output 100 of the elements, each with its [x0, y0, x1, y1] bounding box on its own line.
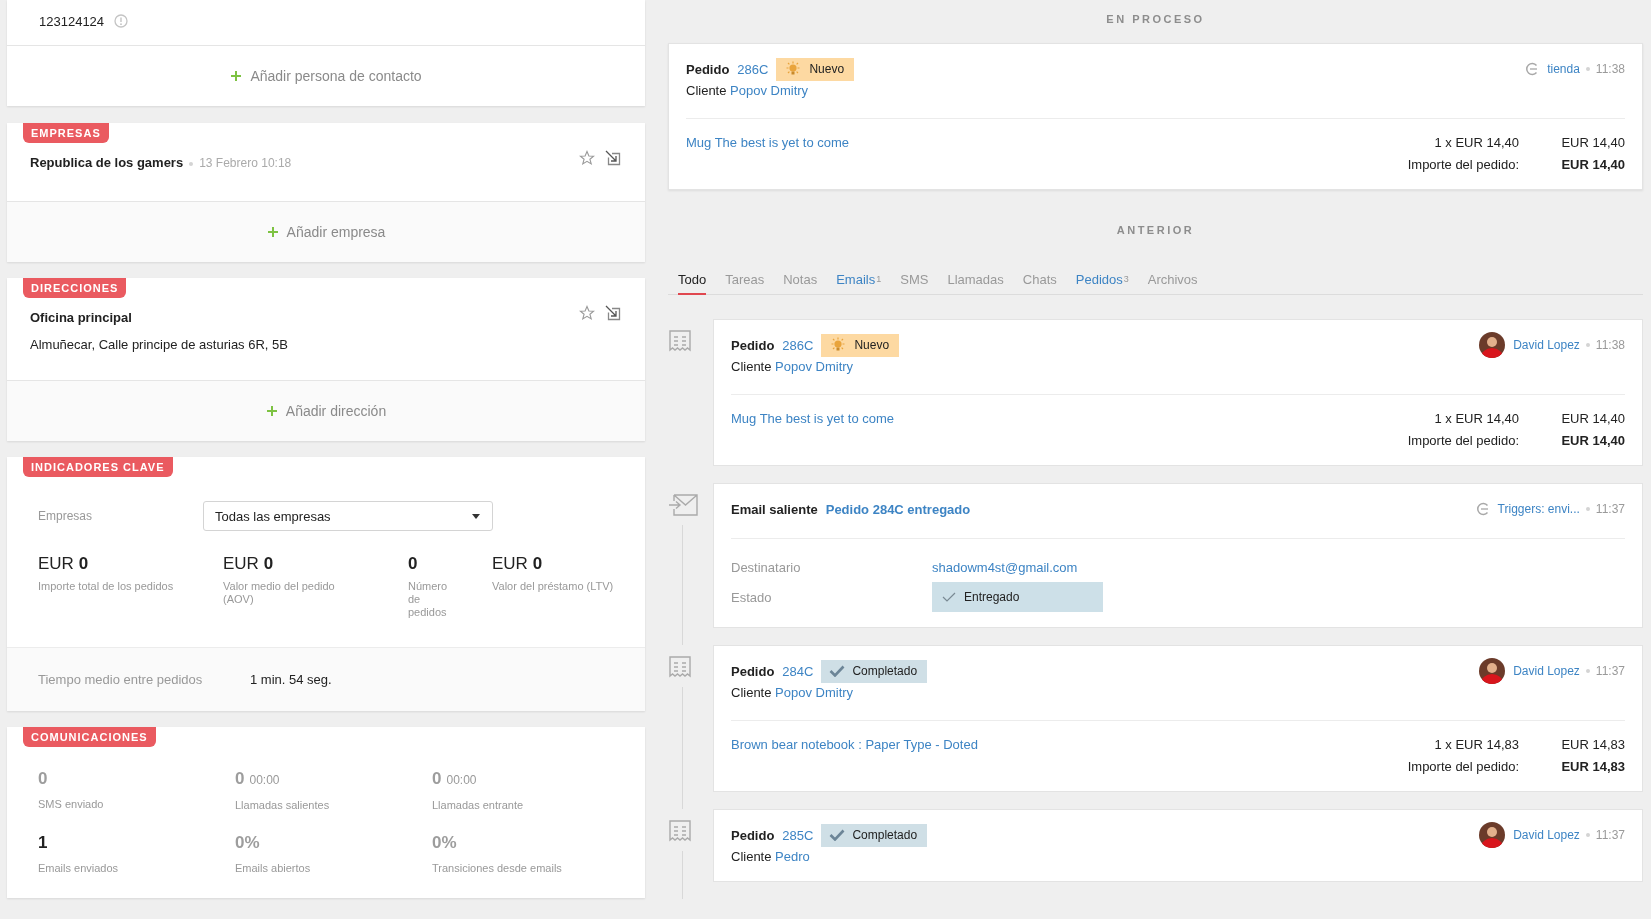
- item-name: Republica de los gamers: [30, 155, 184, 170]
- activity-tab[interactable]: Chats: [1022, 262, 1057, 295]
- average-label: Tiempo medio entre pedidos: [38, 672, 204, 687]
- stat-label: Emails enviados: [38, 861, 120, 875]
- phone-number: 123124124: [39, 13, 105, 29]
- order-link[interactable]: 286C: [737, 61, 769, 77]
- time-text: 11:37: [1595, 828, 1625, 842]
- receipt-icon: [668, 329, 692, 353]
- stat-value: 0%: [432, 832, 458, 854]
- order-title: Pedido: [731, 663, 775, 679]
- quantity-text: 1 x EUR 14,83: [1433, 736, 1519, 752]
- arrow-box-icon[interactable]: [605, 305, 621, 321]
- customer-label: Cliente: [731, 849, 773, 864]
- average-value: 1 min. 54 seg.: [250, 672, 332, 687]
- bulb-icon: [829, 337, 848, 353]
- order-link[interactable]: 284C: [782, 663, 814, 679]
- metric-value: 0: [408, 553, 419, 575]
- total-label: Importe del pedido:: [1406, 156, 1519, 172]
- line-total: EUR 14,83: [1560, 736, 1625, 752]
- avatar: [1479, 822, 1506, 848]
- metric-label: Valor medio del pedido (AOV): [223, 580, 336, 606]
- activity-tab[interactable]: Emails$^{1}$: [836, 262, 882, 295]
- stat-label: SMS enviado: [38, 797, 105, 811]
- stat-label: Llamadas salientes: [235, 798, 331, 812]
- status-badge: Completado: [821, 659, 928, 683]
- order-title: Pedido: [731, 827, 775, 843]
- check-icon: [829, 829, 846, 841]
- activity-tab[interactable]: Llamadas: [947, 262, 1004, 295]
- user-link[interactable]: David Lopez: [1513, 664, 1580, 678]
- status-badge: Nuevo: [821, 333, 900, 357]
- add-button[interactable]: Añadir dirección: [7, 380, 645, 441]
- metric-label: Importe total de los pedidos: [38, 580, 175, 593]
- plus-icon: [266, 226, 279, 238]
- receipt-icon: [668, 655, 692, 679]
- time-text: 11:37: [1595, 664, 1625, 678]
- order-total: EUR 14,40: [1560, 432, 1625, 448]
- section-tag: INDICADORES CLAVE: [23, 457, 173, 477]
- section-tag: COMUNICACIONES: [23, 727, 156, 747]
- customer-link[interactable]: Popov Dmitry: [730, 83, 809, 98]
- add-button[interactable]: Añadir empresa: [7, 201, 645, 262]
- user-link[interactable]: David Lopez: [1513, 828, 1580, 842]
- activity-tab[interactable]: Pedidos$^{3}$: [1075, 262, 1129, 295]
- activity-tab[interactable]: Todo: [678, 262, 707, 295]
- status-badge: Nuevo: [776, 57, 855, 81]
- metric-label: Número de pedidos: [408, 580, 449, 619]
- total-label: Importe del pedido:: [1406, 758, 1519, 774]
- activity-tab[interactable]: SMS: [900, 262, 929, 295]
- item-date: 13 Febrero 10:18: [199, 156, 292, 170]
- star-icon[interactable]: [579, 305, 595, 321]
- metric-value: EUR 0: [492, 553, 544, 575]
- order-title: Pedido: [731, 337, 775, 353]
- avatar: [1479, 658, 1506, 684]
- section-heading: ANTERIOR: [1116, 224, 1195, 236]
- metric-label: Valor del préstamo (LTV): [492, 580, 615, 593]
- bulb-icon: [784, 61, 803, 77]
- add-contact-button[interactable]: Añadir persona de contacto: [7, 45, 645, 106]
- product-link[interactable]: Mug The best is yet to come: [731, 410, 895, 426]
- stat-value: 0 00:00: [235, 768, 281, 790]
- product-link[interactable]: Mug The best is yet to come: [686, 134, 850, 150]
- metric-value: EUR 0: [38, 553, 90, 575]
- source-link[interactable]: Triggers: envi...: [1497, 502, 1580, 516]
- quantity-text: 1 x EUR 14,40: [1433, 134, 1519, 150]
- email-subject-link[interactable]: Pedido 284C entregado: [825, 501, 971, 517]
- metric-value: EUR 0: [223, 553, 275, 575]
- order-title: Pedido: [686, 61, 730, 77]
- time-text: 11:38: [1595, 338, 1625, 352]
- field-label: Destinatario: [731, 559, 802, 575]
- activity-tab[interactable]: Tareas: [725, 262, 765, 295]
- check-icon: [942, 592, 956, 602]
- item-name: Oficina principal: [30, 310, 132, 325]
- source-link[interactable]: tienda: [1547, 62, 1580, 76]
- email-link[interactable]: shadowm4st@gmail.com: [932, 559, 1078, 575]
- customer-label: Cliente: [686, 83, 728, 98]
- channel-icon: [1525, 62, 1540, 76]
- time-text: 11:38: [1595, 62, 1625, 76]
- order-total: EUR 14,40: [1560, 156, 1625, 172]
- order-link[interactable]: 285C: [782, 827, 814, 843]
- check-icon: [829, 665, 846, 677]
- activity-tab[interactable]: Notas: [783, 262, 818, 295]
- activity-tab[interactable]: Archivos: [1147, 262, 1198, 295]
- total-label: Importe del pedido:: [1406, 432, 1519, 448]
- customer-link[interactable]: Popov Dmitry: [775, 359, 854, 374]
- plus-icon: [265, 405, 278, 417]
- receipt-icon: [668, 819, 692, 843]
- stat-value: 0: [38, 768, 49, 790]
- customer-link[interactable]: Popov Dmitry: [775, 685, 854, 700]
- avatar: [1479, 332, 1506, 358]
- plus-icon: [230, 70, 243, 82]
- arrow-box-icon[interactable]: [605, 150, 621, 166]
- customer-link[interactable]: Pedro: [775, 849, 810, 864]
- company-select[interactable]: Todas las empresas: [203, 501, 493, 531]
- order-link[interactable]: 286C: [782, 337, 814, 353]
- section-tag: EMPRESAS: [23, 123, 109, 143]
- star-icon[interactable]: [579, 150, 595, 166]
- stat-label: Emails abiertos: [235, 861, 312, 875]
- address-text: Almuñecar, Calle principe de asturias 6R, 5B: [30, 337, 289, 352]
- product-link[interactable]: Brown bear notebook : Paper Type - Doted: [731, 736, 978, 752]
- channel-icon: [1475, 502, 1490, 516]
- user-link[interactable]: David Lopez: [1513, 338, 1580, 352]
- line-total: EUR 14,40: [1560, 134, 1625, 150]
